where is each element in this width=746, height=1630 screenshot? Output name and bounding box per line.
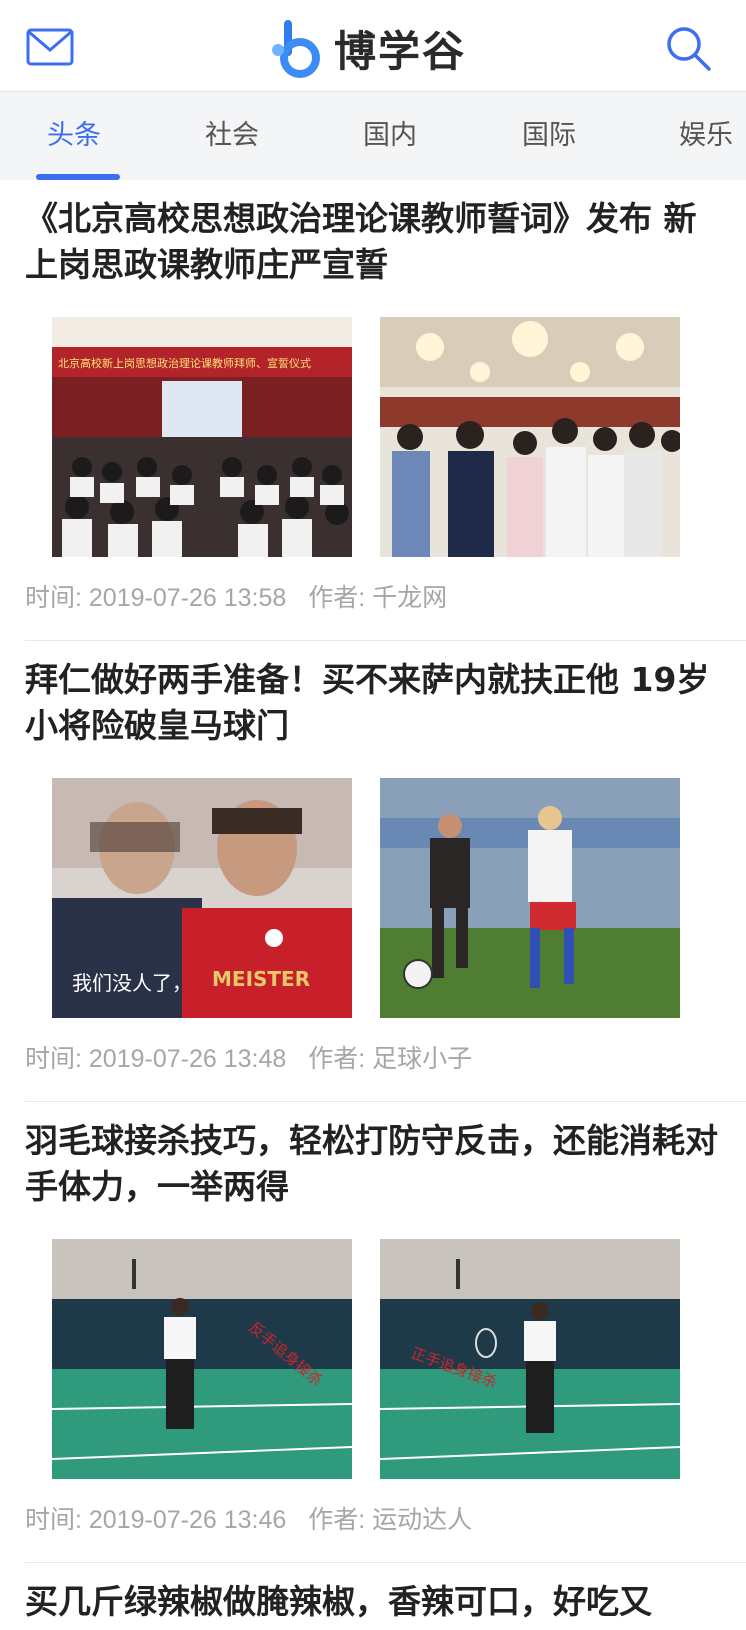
article-card[interactable]: 买几斤绿辣椒做腌辣椒，香辣可口，好吃又 [0,1563,746,1630]
category-tabs: 头条 社会 国内 国际 娱乐 [0,92,746,180]
article-title[interactable]: 《北京高校思想政治理论课教师誓词》发布 新上岗思政课教师庄严宣誓 [25,196,725,288]
image-caption: 我们没人了， [72,971,192,995]
publish-time: 时间: 2019-07-26 13:48 [25,1045,287,1073]
logo-text: 博学谷 [334,26,467,76]
tab-international[interactable]: 国际 [511,92,587,180]
banner-text: 北京高校新上岗思想政治理论课教师拜师、宣誓仪式 [58,356,311,370]
author-name: 作者: 运动达人 [308,1506,473,1534]
logo-mark-icon [272,20,320,78]
lecture-hall-image: 北京高校新上岗思想政治理论课教师拜师、宣誓仪式 [52,317,352,557]
mail-icon[interactable] [26,28,74,66]
app-logo: 博学谷 [270,18,466,78]
publish-time: 时间: 2019-07-26 13:58 [25,584,287,612]
oath-ceremony-image [380,317,680,557]
article-meta: 时间: 2019-07-26 13:48 作者: 足球小子 [25,1039,494,1075]
article-image[interactable]: MEISTER 我们没人了， [52,778,352,1018]
badminton-backhand-image: 反手追身接杀 [52,1239,352,1479]
tab-headlines[interactable]: 头条 [36,92,112,180]
search-icon[interactable] [664,24,712,72]
shirt-text: MEISTER [212,967,310,991]
article-image[interactable] [380,317,680,557]
article-title[interactable]: 拜仁做好两手准备！买不来萨内就扶正他 19岁小将险破皇马球门 [25,657,725,749]
article-image[interactable]: 北京高校新上岗思想政治理论课教师拜师、宣誓仪式 [52,317,352,557]
football-match-image [380,778,680,1018]
article-meta: 时间: 2019-07-26 13:58 作者: 千龙网 [25,578,469,614]
article-title[interactable]: 羽毛球接杀技巧，轻松打防守反击，还能消耗对手体力，一举两得 [25,1118,725,1210]
tab-society[interactable]: 社会 [194,92,270,180]
article-card[interactable]: 《北京高校思想政治理论课教师誓词》发布 新上岗思政课教师庄严宣誓 北京高校新上岗… [0,180,746,641]
article-title[interactable]: 买几斤绿辣椒做腌辣椒，香辣可口，好吃又 [25,1579,725,1625]
app-header: 博学谷 [0,0,746,92]
article-image[interactable]: 正手追身接杀 [380,1239,680,1479]
author-name: 作者: 千龙网 [308,584,448,612]
bayern-officials-image: MEISTER 我们没人了， [52,778,352,1018]
publish-time: 时间: 2019-07-26 13:46 [25,1506,287,1534]
tab-entertainment[interactable]: 娱乐 [679,92,746,180]
author-name: 作者: 足球小子 [308,1045,473,1073]
article-image[interactable] [380,778,680,1018]
tab-domestic[interactable]: 国内 [352,92,428,180]
article-meta: 时间: 2019-07-26 13:46 作者: 运动达人 [25,1500,494,1536]
badminton-forehand-image: 正手追身接杀 [380,1239,680,1479]
article-image[interactable]: 反手追身接杀 [52,1239,352,1479]
article-card[interactable]: 羽毛球接杀技巧，轻松打防守反击，还能消耗对手体力，一举两得 反手追身接杀 正手追… [0,1102,746,1563]
article-card[interactable]: 拜仁做好两手准备！买不来萨内就扶正他 19岁小将险破皇马球门 MEISTER 我… [0,641,746,1102]
